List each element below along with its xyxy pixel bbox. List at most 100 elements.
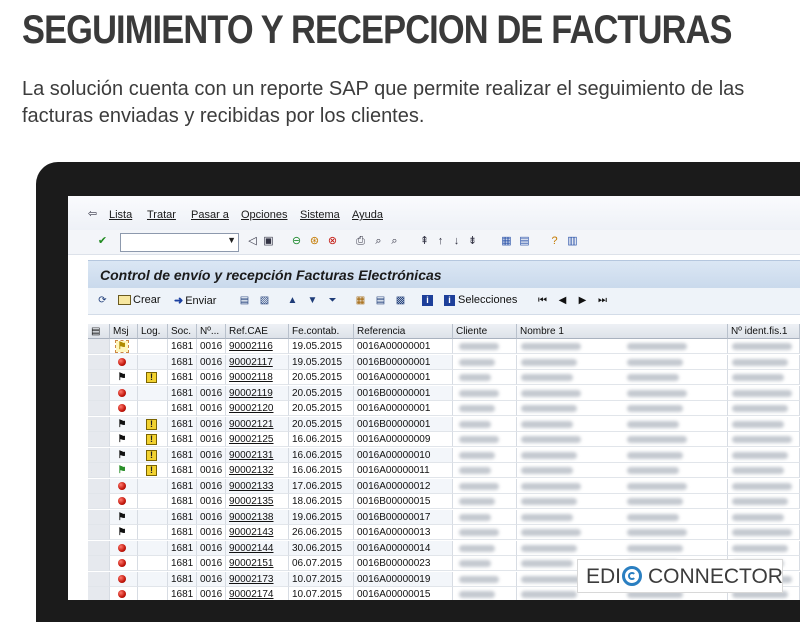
command-field[interactable]: ▼: [120, 233, 239, 252]
log-cell[interactable]: !: [138, 447, 168, 463]
table-row[interactable]: 1681 0016 90002117 19.05.2015 0016B00000001: [88, 354, 800, 370]
log-cell[interactable]: [138, 339, 168, 354]
column-header[interactable]: Ref.CAE: [226, 324, 289, 339]
create-button[interactable]: Crear: [118, 294, 161, 306]
ref-cae-link-container[interactable]: 90002117: [226, 354, 289, 370]
log-cell[interactable]: [138, 571, 168, 587]
ref-cae-link-container[interactable]: 90002120: [226, 401, 289, 416]
next-page-icon[interactable]: ▶: [576, 294, 589, 307]
shortcut-icon[interactable]: ▤: [518, 235, 531, 248]
ref-cae-link-container[interactable]: 90002144: [226, 540, 289, 556]
layout-icon[interactable]: ▩: [394, 294, 407, 307]
exit-icon[interactable]: ⊛: [308, 235, 321, 248]
message-status-cell[interactable]: [110, 587, 138, 600]
message-status-cell[interactable]: [110, 556, 138, 571]
ref-cae-link[interactable]: 90002143: [229, 527, 274, 538]
menu-ayuda[interactable]: Ayuda: [352, 209, 383, 221]
ref-cae-link-container[interactable]: 90002138: [226, 509, 289, 525]
refresh-icon[interactable]: ⟳: [96, 294, 109, 307]
previous-page-icon[interactable]: ◀: [556, 294, 569, 307]
find-next-icon[interactable]: ⌕: [388, 235, 401, 248]
table-row[interactable]: 1681 0016 90002120 20.05.2015 0016A00000001: [88, 401, 800, 416]
menu-pasar-a[interactable]: Pasar a: [191, 209, 229, 221]
ref-cae-link[interactable]: 90002132: [229, 465, 274, 476]
sort-descending-icon[interactable]: ▼: [306, 294, 319, 307]
row-selector[interactable]: [88, 447, 110, 463]
table-row[interactable]: ⚑ 1681 0016 90002138 19.06.2015 0016B00000017: [88, 509, 800, 525]
sort-ascending-icon[interactable]: ▲: [286, 294, 299, 307]
detail-list-icon[interactable]: ▧: [258, 294, 271, 307]
column-header[interactable]: Fe.contab.: [289, 324, 354, 339]
column-header[interactable]: Soc.: [168, 324, 197, 339]
log-cell[interactable]: [138, 556, 168, 571]
table-row[interactable]: 1681 0016 90002144 30.06.2015 0016A00000014: [88, 540, 800, 556]
ref-cae-link[interactable]: 90002135: [229, 496, 274, 507]
column-header[interactable]: Cliente: [453, 324, 517, 339]
row-selector[interactable]: [88, 509, 110, 525]
table-row[interactable]: ⚑! 1681 0016 90002121 20.05.2015 0016B0000000…: [88, 416, 800, 432]
row-selector[interactable]: [88, 401, 110, 416]
row-selector[interactable]: [88, 416, 110, 432]
menu-sistema[interactable]: Sistema: [300, 209, 340, 221]
log-cell[interactable]: [138, 385, 168, 401]
ref-cae-link-container[interactable]: 90002151: [226, 556, 289, 571]
previous-page-icon[interactable]: ↑: [434, 235, 447, 248]
log-cell[interactable]: [138, 525, 168, 540]
last-page-icon[interactable]: ⇟: [466, 235, 479, 248]
column-header[interactable]: Referencia: [354, 324, 453, 339]
ref-cae-link[interactable]: 90002133: [229, 481, 274, 492]
row-selector[interactable]: [88, 354, 110, 370]
menu-opciones[interactable]: Opciones: [241, 209, 287, 221]
row-selector[interactable]: [88, 587, 110, 600]
table-row[interactable]: ⚑ 1681 0016 90002143 26.06.2015 0016A00000013: [88, 525, 800, 540]
column-header[interactable]: Log.: [138, 324, 168, 339]
ref-cae-link[interactable]: 90002131: [229, 450, 274, 461]
print-icon[interactable]: ⎙: [354, 235, 367, 248]
log-cell[interactable]: [138, 494, 168, 509]
log-cell[interactable]: [138, 587, 168, 600]
ref-cae-link[interactable]: 90002118: [229, 372, 273, 383]
help-icon[interactable]: ?: [548, 235, 561, 248]
send-button[interactable]: ➜ Enviar: [174, 294, 216, 307]
ref-cae-link[interactable]: 90002151: [229, 558, 274, 569]
ref-cae-link[interactable]: 90002125: [229, 434, 274, 445]
filter-icon[interactable]: ⏷: [326, 294, 339, 307]
row-selector[interactable]: [88, 385, 110, 401]
log-cell[interactable]: [138, 509, 168, 525]
row-selector[interactable]: [88, 556, 110, 571]
back-icon[interactable]: ⊖: [290, 235, 303, 248]
ref-cae-link-container[interactable]: 90002173: [226, 571, 289, 587]
table-row[interactable]: 1681 0016 90002133 17.06.2015 0016A00000012: [88, 478, 800, 494]
row-selector[interactable]: [88, 525, 110, 540]
spreadsheet-icon[interactable]: ▦: [354, 294, 367, 307]
message-status-cell[interactable]: ⚑: [110, 339, 138, 354]
table-row[interactable]: 1681 0016 90002135 18.06.2015 0016B00000015: [88, 494, 800, 509]
message-status-cell[interactable]: [110, 478, 138, 494]
ref-cae-link-container[interactable]: 90002143: [226, 525, 289, 540]
export-icon[interactable]: ▤: [374, 294, 387, 307]
log-cell[interactable]: !: [138, 416, 168, 432]
back-triangle-icon[interactable]: ◁: [246, 235, 259, 248]
ref-cae-link[interactable]: 90002120: [229, 403, 274, 414]
message-status-cell[interactable]: [110, 540, 138, 556]
ref-cae-link-container[interactable]: 90002131: [226, 447, 289, 463]
row-selector[interactable]: [88, 432, 110, 447]
menu-exit-icon[interactable]: ⇦: [86, 208, 99, 221]
ref-cae-link-container[interactable]: 90002119: [226, 385, 289, 401]
last-page-icon[interactable]: ⏭: [596, 294, 609, 307]
ref-cae-link-container[interactable]: 90002116: [226, 339, 289, 354]
column-header[interactable]: Nº ident.fis.1: [728, 324, 800, 339]
ref-cae-link-container[interactable]: 90002133: [226, 478, 289, 494]
ref-cae-link-container[interactable]: 90002174: [226, 587, 289, 600]
log-cell[interactable]: !: [138, 370, 168, 385]
cancel-icon[interactable]: ⊗: [326, 235, 339, 248]
log-cell[interactable]: !: [138, 463, 168, 478]
table-row[interactable]: 1681 0016 90002119 20.05.2015 0016B00000001: [88, 385, 800, 401]
menu-lista[interactable]: Lista: [109, 209, 132, 221]
enter-check-icon[interactable]: ✔: [96, 235, 109, 248]
info-button[interactable]: i: [422, 294, 436, 306]
log-cell[interactable]: [138, 354, 168, 370]
message-status-cell[interactable]: ⚑: [110, 416, 138, 432]
selections-button[interactable]: i Selecciones: [444, 294, 517, 306]
ref-cae-link-container[interactable]: 90002118: [226, 370, 289, 385]
